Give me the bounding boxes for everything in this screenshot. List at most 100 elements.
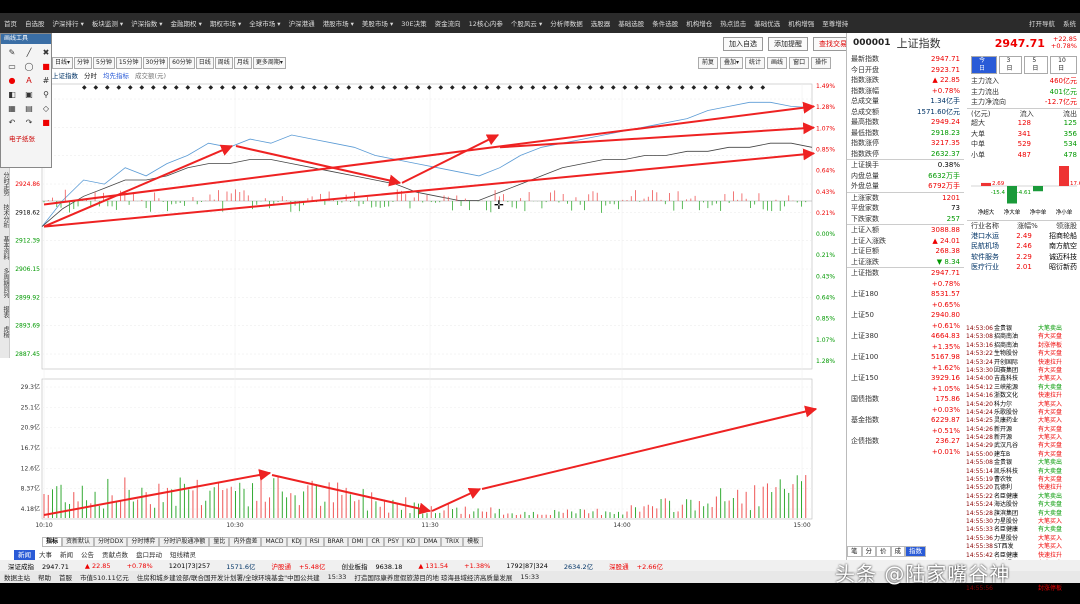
menu-item[interactable]: 板块监测 ▾ [88,18,127,28]
undo-icon[interactable]: ↶ [5,117,19,128]
intraday-chart[interactable]: 2943.582937.322931.092924.862918.622912.… [10,79,846,537]
left-tab[interactable]: 报表 [0,302,11,322]
menu-item[interactable]: 资金流向 [431,18,465,28]
tick-row[interactable]: 14:55:22 名臣健康 大笔卖出 [964,493,1080,501]
menu-item[interactable]: 全球市场 ▾ [245,18,284,28]
indicator-tab[interactable]: 分时DDX [94,537,128,547]
rect-icon[interactable]: ▭ [5,61,19,72]
panel-tab[interactable]: 价 [876,546,891,557]
pen-icon[interactable]: ✎ [5,47,19,58]
tick-row[interactable]: 14:55:00 建车B 有大买盘 [964,451,1080,459]
indicator-tab[interactable]: KD [402,537,420,547]
sector-row[interactable]: 软件服务 2.29 诚迈科技 [967,252,1080,263]
sector-row[interactable]: 民航机场 2.46 南方航空 [967,241,1080,252]
menu-item[interactable]: 条件选股 [648,18,682,28]
menu-item[interactable]: 沪深排行 ▾ [49,18,88,28]
fill-icon[interactable]: ■ [39,61,53,72]
indicator-tab[interactable]: TRIX [441,537,464,547]
indicator-tab[interactable]: 资新默认 [62,537,95,547]
news-tab[interactable]: 新闻 [56,550,77,560]
tick-row[interactable]: 14:54:12 三峡能源 有大卖盘 [964,384,1080,392]
left-tab[interactable]: 技术分析 [0,200,11,232]
indicator-tab[interactable]: 量比 [209,537,230,547]
menu-item[interactable]: 沪深港通 [285,18,319,28]
tick-row[interactable]: 14:55:08 金贵银 大笔卖出 [964,459,1080,467]
text-icon[interactable]: Ａ [22,75,36,86]
tick-row[interactable]: 14:53:30 因赛集团 有大买盘 [964,367,1080,375]
tick-row[interactable]: 14:53:16 招商南油 封涨停板 [964,342,1080,350]
period-button[interactable]: 30分钟 [142,57,169,69]
news-tab[interactable]: 公告 [77,550,98,560]
tick-row[interactable]: 14:55:24 海达股份 有大卖盘 [964,501,1080,509]
menu-item-right[interactable]: 打开导航 [1025,18,1059,28]
sector-row[interactable]: 医疗行业 2.01 昭衍新药 [967,262,1080,273]
menu-item[interactable]: 至尊增持 [818,18,852,28]
tick-row[interactable]: 14:54:20 科力尔 大笔买入 [964,401,1080,409]
indicator-tab[interactable]: BRAR [323,537,348,547]
tick-row[interactable]: 14:55:30 力星股份 大笔买入 [964,518,1080,526]
menu-item[interactable]: 基础优选 [750,18,784,28]
tick-row[interactable]: 14:55:28 旗滨集团 有大卖盘 [964,510,1080,518]
indicator-tab[interactable]: 模板 [463,537,484,547]
panel-tab[interactable]: 分 [861,546,876,557]
news-tab[interactable]: 新闻 [14,550,35,560]
left-tab[interactable]: 虎榜 [0,322,11,342]
indicator-tab[interactable]: 分时沪股通净额 [159,537,210,547]
chart-tool-button[interactable]: 统计 [745,57,766,69]
news-tab[interactable]: 盘口异动 [132,550,166,560]
add-watchlist-button[interactable]: 加入自选 [723,37,763,51]
period-button[interactable]: 日线 [195,57,214,69]
menu-item[interactable]: 机构增仓 [682,18,716,28]
menu-item[interactable]: 金融期权 ▾ [167,18,206,28]
tick-row[interactable]: 14:53:08 招商南油 有大买盘 [964,333,1080,341]
line-icon[interactable]: ╱ [22,47,36,58]
tick-row[interactable]: 14:54:28 新开源 大笔买入 [964,434,1080,442]
redo-icon[interactable]: ↷ [22,117,36,128]
indicator-tab[interactable]: RSI [305,537,324,547]
tick-row[interactable]: 14:55:20 瓦德利 快速拉升 [964,484,1080,492]
panel-tab[interactable]: 成 [890,546,905,557]
menu-item[interactable]: 机构增强 [784,18,818,28]
tick-row[interactable]: 14:54:25 灵康药业 大笔买入 [964,417,1080,425]
period-button[interactable]: 5分钟 [93,57,115,69]
menu-item[interactable]: 个股风云 ▾ [507,18,546,28]
indicator-tab[interactable]: 内外盘差 [229,537,262,547]
menu-item[interactable]: 30E决策 [397,18,430,28]
news-tab[interactable]: 短线精灵 [166,550,200,560]
menu-item[interactable]: 沪深指数 ▾ [127,18,166,28]
indicator-tab[interactable]: DMI [347,537,368,547]
period-button[interactable]: 60分钟 [169,57,195,69]
layer-icon[interactable]: ◧ [5,89,19,100]
menu-item[interactable]: 基础选股 [614,18,648,28]
panel-tab[interactable]: 笔 [847,546,862,557]
list-icon[interactable]: ▤ [22,103,36,114]
add-alert-button[interactable]: 添加提醒 [768,37,808,51]
left-tab[interactable]: 多周期同列 [0,264,11,302]
tick-row[interactable]: 14:54:29 武汉凡谷 有大买盘 [964,442,1080,450]
tick-row[interactable]: 14:54:26 新开源 有大买盘 [964,426,1080,434]
chart-tool-button[interactable]: 前复 [698,57,719,69]
delete-icon[interactable]: ✖ [39,47,53,58]
ellipse-icon[interactable]: ◯ [22,61,36,72]
search-icon[interactable]: ⚲ [39,89,53,100]
indicator-tab[interactable]: KDJ [287,537,306,547]
period-button[interactable]: 15分钟 [115,57,142,69]
indicator-tab[interactable]: MACD [261,537,288,547]
left-tab[interactable]: 分时走势 [0,168,11,200]
tick-row[interactable]: 14:55:33 名臣健康 有大卖盘 [964,526,1080,534]
tick-row[interactable]: 14:55:38 ST西发 大笔买入 [964,543,1080,551]
tick-row[interactable]: 14:54:24 乐歌股份 有大买盘 [964,409,1080,417]
sector-row[interactable]: 港口水运 2.49 招商轮船 [967,231,1080,242]
tick-row[interactable]: 14:53:24 开创国际 快速拉升 [964,359,1080,367]
left-tab[interactable]: 基本资料 [0,232,11,264]
menu-item[interactable]: 期权市场 ▾ [206,18,245,28]
indicator-tab[interactable]: 指标 [42,537,63,547]
tick-row[interactable]: 14:55:36 力星股份 大笔买入 [964,535,1080,543]
news-tab[interactable]: 贡献点数 [98,550,132,560]
period-button[interactable]: 月线 [233,57,252,69]
dot-icon[interactable]: ● [5,75,19,86]
shape-icon[interactable]: ◇ [39,103,53,114]
period-button[interactable]: 分钟 [74,57,93,69]
chart-tool-button[interactable]: 操作 [811,57,832,69]
flow-tab[interactable]: 3日 [998,56,1023,74]
